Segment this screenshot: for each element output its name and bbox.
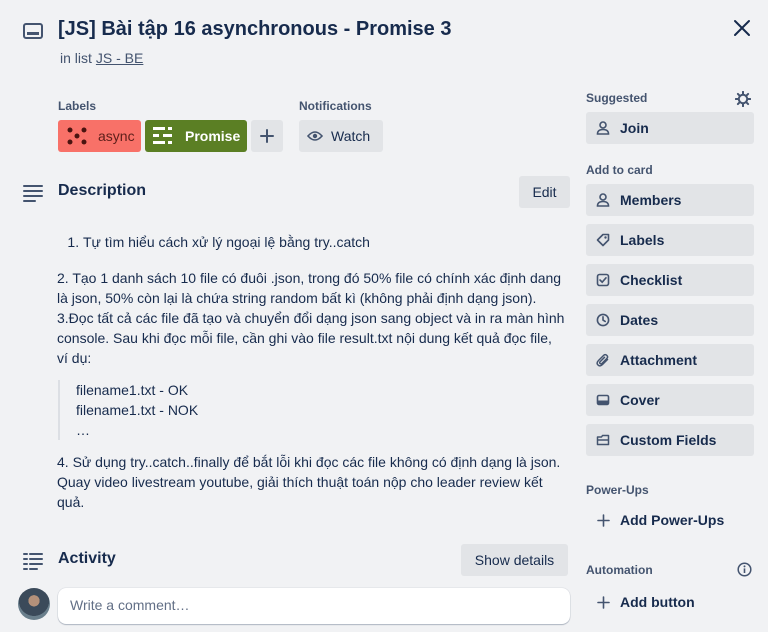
list-link[interactable]: JS - BE xyxy=(96,50,143,66)
add-label-button[interactable] xyxy=(251,120,283,152)
avatar[interactable] xyxy=(18,588,50,620)
powerups-heading: Power-Ups xyxy=(586,483,649,497)
info-icon xyxy=(736,561,752,577)
checklist-label: Checklist xyxy=(620,272,683,288)
quote-line: filename1.txt - OK xyxy=(76,382,189,398)
description-paragraph-4: 4. Sử dụng try..catch..finally để bắt lỗ… xyxy=(57,454,561,510)
person-icon xyxy=(595,120,611,136)
description-heading: Description xyxy=(58,182,147,199)
stripes-pattern-icon xyxy=(153,127,172,144)
members-button[interactable]: Members xyxy=(586,184,754,216)
label-chip-async[interactable]: async xyxy=(58,120,141,152)
person-icon xyxy=(595,192,611,208)
join-label: Join xyxy=(620,120,649,136)
checklist-button[interactable]: Checklist xyxy=(586,264,754,296)
labels-button[interactable]: Labels xyxy=(586,224,754,256)
close-button[interactable] xyxy=(726,12,758,44)
automation-info-button[interactable] xyxy=(735,560,753,578)
plus-icon xyxy=(595,512,611,528)
dates-button[interactable]: Dates xyxy=(586,304,754,336)
label-chip-promise[interactable]: Promise xyxy=(145,120,247,152)
notifications-heading: Notifications xyxy=(299,99,372,113)
attachment-label: Attachment xyxy=(620,352,698,368)
custom-fields-icon xyxy=(595,432,611,448)
checklist-icon xyxy=(595,272,611,288)
automation-heading: Automation xyxy=(586,563,653,577)
add-to-card-heading: Add to card xyxy=(586,163,653,177)
add-powerups-button[interactable]: Add Power-Ups xyxy=(586,504,754,536)
quote-line: … xyxy=(76,422,90,438)
labels-heading: Labels xyxy=(58,99,97,113)
members-label: Members xyxy=(620,192,682,208)
dots-pattern-icon xyxy=(67,127,87,145)
custom-fields-label: Custom Fields xyxy=(620,432,717,448)
watch-label: Watch xyxy=(331,128,371,144)
edit-description-button[interactable]: Edit xyxy=(519,176,570,208)
dates-label: Dates xyxy=(620,312,659,328)
show-details-button[interactable]: Show details xyxy=(461,544,568,576)
suggested-heading: Suggested xyxy=(586,91,648,105)
card-title[interactable]: [JS] Bài tập 16 asynchronous - Promise 3 xyxy=(58,18,451,41)
quote-line: filename1.txt - NOK xyxy=(76,402,199,418)
activity-heading: Activity xyxy=(58,550,116,567)
description-paragraph-3: 3.Đọc tất cả các file đã tạo và chuyển đ… xyxy=(57,310,565,366)
label-text: async xyxy=(98,128,135,144)
in-list-prefix: in list xyxy=(60,50,92,66)
suggested-settings-button[interactable] xyxy=(733,89,753,109)
label-text: Promise xyxy=(185,128,241,144)
card-detail-window: [JS] Bài tập 16 asynchronous - Promise 3… xyxy=(0,0,768,632)
watch-button[interactable]: Watch xyxy=(299,120,383,152)
custom-fields-button[interactable]: Custom Fields xyxy=(586,424,754,456)
description-body[interactable]: Tự tìm hiểu cách xử lý ngoại lệ bằng try… xyxy=(57,232,565,512)
paperclip-icon xyxy=(595,352,611,368)
cover-icon xyxy=(595,392,611,408)
description-icon xyxy=(22,182,44,204)
cover-button[interactable]: Cover xyxy=(586,384,754,416)
join-button[interactable]: Join xyxy=(586,112,754,144)
add-button-label: Add button xyxy=(620,594,695,610)
gear-icon xyxy=(735,91,751,107)
plus-icon xyxy=(595,594,611,610)
description-item-1: Tự tìm hiểu cách xử lý ngoại lệ bằng try… xyxy=(83,232,565,252)
description-paragraph-2: 2. Tạo 1 danh sách 10 file có đuôi .json… xyxy=(57,270,562,306)
comment-input[interactable]: Write a comment… xyxy=(58,588,570,624)
plus-icon xyxy=(260,129,274,143)
add-button-button[interactable]: Add button xyxy=(586,586,754,618)
labels-label: Labels xyxy=(620,232,665,248)
in-list-line: in list JS - BE xyxy=(60,50,143,66)
tag-icon xyxy=(595,232,611,248)
clock-icon xyxy=(595,312,611,328)
attachment-button[interactable]: Attachment xyxy=(586,344,754,376)
activity-icon xyxy=(22,550,44,572)
cover-label: Cover xyxy=(620,392,660,408)
add-powerups-label: Add Power-Ups xyxy=(620,512,725,528)
close-icon xyxy=(734,20,750,36)
card-icon xyxy=(22,20,44,42)
description-quote: filename1.txt - OK filename1.txt - NOK … xyxy=(58,380,565,440)
eye-icon xyxy=(307,131,323,141)
